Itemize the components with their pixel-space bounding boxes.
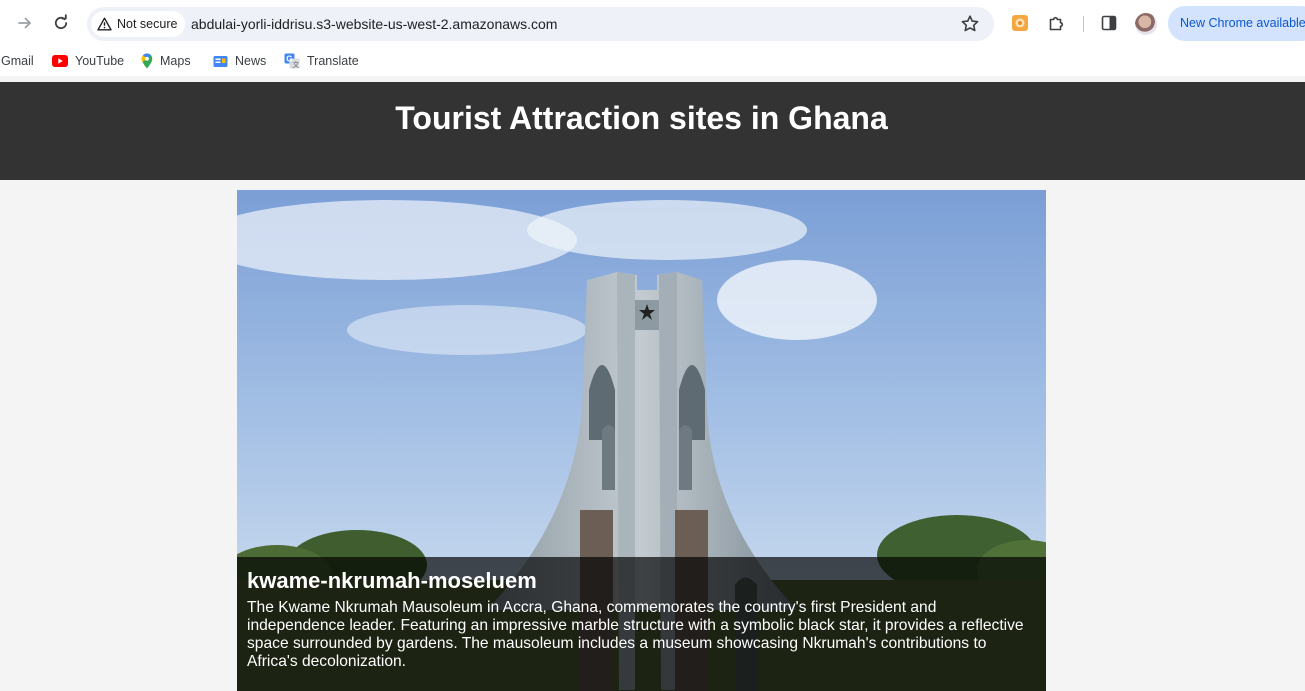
bookmark-label: Gmail: [1, 54, 34, 68]
forward-button[interactable]: [13, 11, 37, 35]
url-text[interactable]: abdulai-yorli-iddrisu.s3-website-us-west…: [191, 16, 557, 32]
new-chrome-available-button[interactable]: New Chrome available: [1168, 6, 1305, 41]
maps-icon: [141, 53, 153, 69]
reload-button[interactable]: [49, 11, 73, 35]
arrow-right-icon: [18, 17, 31, 29]
bookmark-gmail[interactable]: Gmail: [1, 53, 34, 69]
bookmark-label: Maps: [160, 54, 191, 68]
extension-button[interactable]: [1009, 12, 1031, 34]
bookmarks-bar: Gmail YouTube Maps News G文 Translate: [0, 46, 1305, 76]
bookmark-youtube[interactable]: YouTube: [52, 53, 124, 69]
address-bar[interactable]: Not secure abdulai-yorli-iddrisu.s3-webs…: [87, 7, 994, 41]
toolbar-divider: [1083, 16, 1084, 32]
bookmark-label: News: [235, 54, 267, 68]
svg-text:文: 文: [292, 60, 299, 69]
security-label: Not secure: [117, 17, 178, 31]
extensions-menu-button[interactable]: [1046, 12, 1068, 34]
news-icon: [213, 56, 228, 67]
reload-icon: [54, 14, 68, 30]
extension-app-icon: [1012, 15, 1028, 31]
bookmark-label: Translate: [307, 54, 359, 68]
browser-toolbar: Not secure abdulai-yorli-iddrisu.s3-webs…: [0, 0, 1305, 46]
attraction-card: kwame-nkrumah-moseluem The Kwame Nkrumah…: [237, 190, 1046, 691]
bookmark-news[interactable]: News: [213, 53, 266, 69]
youtube-icon: [52, 55, 68, 67]
attraction-caption: kwame-nkrumah-moseluem The Kwame Nkrumah…: [237, 557, 1046, 691]
bookmark-translate[interactable]: G文 Translate: [284, 53, 359, 69]
page-title: Tourist Attraction sites in Ghana: [395, 100, 888, 136]
side-panel-icon: [1101, 15, 1117, 31]
site-security-chip[interactable]: Not secure: [91, 11, 186, 37]
page-header: Tourist Attraction sites in Ghana: [0, 82, 1305, 180]
puzzle-icon: [1049, 16, 1064, 31]
bookmark-label: YouTube: [75, 54, 125, 68]
profile-avatar[interactable]: [1135, 13, 1157, 35]
attraction-title: kwame-nkrumah-moseluem: [247, 568, 537, 593]
bookmark-maps[interactable]: Maps: [141, 53, 191, 69]
side-panel-button[interactable]: [1098, 12, 1120, 34]
attraction-description: The Kwame Nkrumah Mausoleum in Accra, Gh…: [247, 599, 1024, 670]
translate-icon: G文: [284, 53, 300, 69]
bookmark-star-icon[interactable]: [959, 13, 981, 35]
warning-icon: [97, 17, 112, 31]
